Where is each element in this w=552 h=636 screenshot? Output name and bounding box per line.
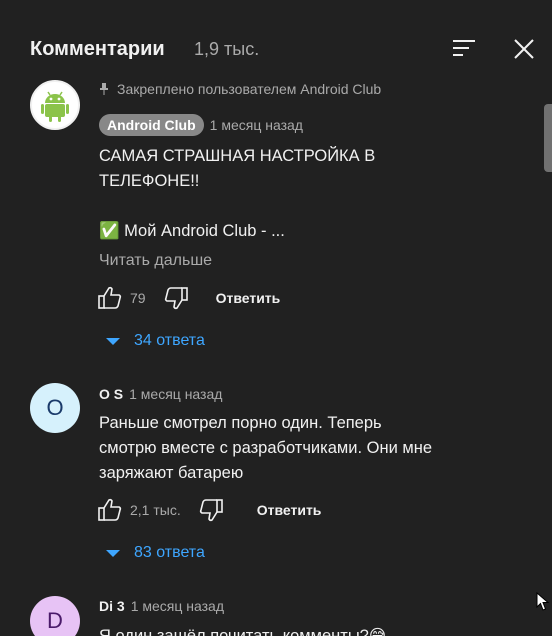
comment-time[interactable]: 1 месяц назад — [131, 598, 224, 614]
comment-meta: O S 1 месяц назад — [99, 386, 222, 402]
like-count: 79 — [130, 290, 146, 306]
thumbs-up-icon — [98, 498, 122, 521]
read-more-link[interactable]: Читать дальше — [99, 252, 212, 270]
comment-text: Раньше смотрел порно один. Теперь смотрю… — [99, 411, 479, 486]
thumbs-up-icon — [98, 286, 122, 309]
replies-label: 34 ответа — [134, 332, 205, 349]
author-chip[interactable]: Android Club — [99, 114, 204, 136]
comments-header: Комментарии 1,9 тыс. — [0, 0, 552, 88]
author-name[interactable]: O S — [99, 386, 123, 402]
like-button[interactable] — [96, 496, 124, 524]
pinned-text: Закреплено пользователем Android Club — [117, 81, 382, 97]
scrollbar-thumb[interactable] — [544, 104, 552, 172]
pin-icon — [100, 83, 108, 95]
comment-meta: Di 3 1 месяц назад — [99, 598, 224, 614]
replies-toggle[interactable]: 34 ответа — [106, 332, 205, 350]
comment-time[interactable]: 1 месяц назад — [210, 117, 303, 133]
comments-panel: Комментарии 1,9 тыс. Закреплено пользова… — [0, 0, 552, 636]
comment-actions: 2,1 тыс. Ответить — [96, 496, 321, 524]
comment-text-line: САМАЯ СТРАШНАЯ НАСТРОЙКА В — [99, 147, 376, 165]
avatar[interactable]: O — [30, 383, 80, 433]
reply-button[interactable]: Ответить — [257, 502, 322, 518]
comment-time[interactable]: 1 месяц назад — [129, 386, 222, 402]
like-count: 2,1 тыс. — [130, 502, 181, 518]
android-robot-icon — [34, 84, 76, 126]
replies-toggle[interactable]: 83 ответа — [106, 544, 205, 562]
comment-text: САМАЯ СТРАШНАЯ НАСТРОЙКА В ТЕЛЕФОНЕ!! ✅ … — [99, 144, 479, 244]
sort-icon — [453, 40, 475, 56]
dislike-button[interactable] — [197, 496, 225, 524]
thumbs-down-icon — [199, 499, 223, 522]
comment-text-line: ✅ Мой Android Club - ... — [99, 222, 285, 240]
expand-triangle-icon — [106, 337, 120, 345]
like-button[interactable] — [96, 284, 124, 312]
avatar[interactable] — [30, 80, 80, 130]
close-icon — [514, 39, 534, 59]
replies-label: 83 ответа — [134, 544, 205, 561]
reply-button[interactable]: Ответить — [216, 290, 281, 306]
comment-text-line: Раньше смотрел порно один. Теперь — [99, 414, 382, 432]
author-name[interactable]: Di 3 — [99, 598, 125, 614]
sort-button[interactable] — [450, 36, 478, 60]
close-button[interactable] — [511, 36, 537, 62]
comment-text-line: смотрю вместе с разработчиками. Они мне — [99, 439, 433, 457]
comment-text-line: Я один зашёл почитать комменты?😅 — [99, 627, 387, 636]
comments-count: 1,9 тыс. — [194, 39, 260, 59]
comment-text-line: заряжают батарею — [99, 464, 244, 482]
comment-actions: 79 Ответить — [96, 284, 280, 312]
mouse-cursor-icon — [536, 592, 550, 611]
comments-title: Комментарии — [30, 38, 165, 60]
pinned-label: Закреплено пользователем Android Club — [99, 81, 381, 97]
comment-text: Я один зашёл почитать комменты?😅 — [99, 624, 479, 636]
avatar[interactable]: D — [30, 596, 80, 636]
thumbs-down-icon — [164, 287, 188, 310]
comment-meta: Android Club 1 месяц назад — [99, 114, 303, 136]
dislike-button[interactable] — [162, 284, 190, 312]
comment-text-line: ТЕЛЕФОНЕ!! — [99, 172, 200, 190]
expand-triangle-icon — [106, 549, 120, 557]
